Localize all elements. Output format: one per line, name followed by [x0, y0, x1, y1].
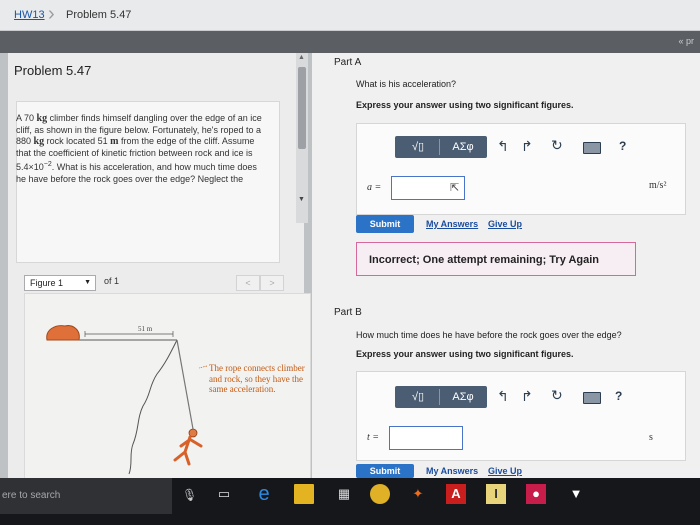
part-a-variable: a = — [367, 182, 382, 193]
chrome-icon[interactable] — [370, 484, 390, 504]
microphone-icon[interactable]: 🎙 — [182, 488, 197, 502]
problem-statement: A 70 kg climber finds himself dangling o… — [16, 113, 262, 184]
part-a-answer-area: √▯ ΑΣφ ↰ ↱ ↻ ? a = ⇱ m/s² — [356, 123, 686, 215]
task-view-icon[interactable]: ▭ — [214, 484, 234, 504]
problem-title: Problem 5.47 — [14, 63, 92, 78]
part-a-unit: m/s² — [649, 180, 667, 191]
answer-panel: Part A What is his acceleration? Express… — [312, 53, 700, 478]
cliff-face — [128, 339, 178, 475]
figure-navigation: Figure 1 ▼ of 1 < > — [24, 275, 309, 291]
part-b-math-toolbar: √▯ ΑΣφ — [395, 386, 487, 408]
previous-link[interactable]: « pr — [678, 36, 694, 46]
taskbar-search-box[interactable]: ere to search — [0, 478, 172, 514]
part-a-answer-input[interactable]: ⇱ — [391, 176, 465, 200]
rock-shape — [46, 325, 80, 341]
figure-image: 51 m The rope connects climber and rock,… — [24, 293, 311, 480]
undo-icon[interactable]: ↰ — [497, 138, 509, 155]
keyboard-icon[interactable] — [583, 142, 601, 154]
help-icon[interactable]: ? — [615, 389, 622, 403]
part-a-math-toolbar: √▯ ΑΣφ — [395, 136, 487, 158]
edge-icon[interactable]: e — [254, 484, 274, 504]
store-icon[interactable]: ▦ — [334, 484, 354, 504]
part-b-instruction: Express your answer using two significan… — [356, 349, 574, 359]
part-b-answer-area: √▯ ΑΣφ ↰ ↱ ↻ ? t = s — [356, 371, 686, 461]
climber-shape — [173, 428, 203, 466]
breadcrumb-problem: Problem 5.47 — [66, 9, 132, 21]
part-b-my-answers-link[interactable]: My Answers — [426, 466, 478, 476]
part-b-greek-button[interactable]: ΑΣφ — [441, 386, 485, 408]
part-b-sqrt-button[interactable]: √▯ — [399, 386, 437, 408]
distance-label: 51 m — [138, 325, 153, 333]
part-b-give-up-link[interactable]: Give Up — [488, 466, 522, 476]
part-a-label: Part A — [334, 57, 362, 68]
app-v-icon[interactable]: ▼ — [566, 484, 586, 504]
part-a-question: What is his acceleration? — [356, 79, 457, 89]
part-a-greek-button[interactable]: ΑΣφ — [441, 136, 485, 158]
breadcrumb-chevron-icon: › — [48, 3, 55, 25]
app-circle-icon[interactable]: ● — [526, 484, 546, 504]
undo-icon[interactable]: ↰ — [497, 388, 509, 405]
figure-prev-button[interactable]: < — [236, 275, 260, 291]
part-a-submit-button[interactable]: Submit — [356, 215, 414, 233]
rope-vertical — [176, 339, 194, 430]
header-strip: « pr — [0, 31, 700, 53]
problem-scrollbar[interactable]: ▲ ▼ — [296, 53, 308, 223]
problem-panel: Problem 5.47 A 70 kg climber finds himse… — [8, 53, 311, 480]
app-letter-icon[interactable]: I — [486, 484, 506, 504]
part-a-instruction: Express your answer using two significan… — [356, 100, 574, 110]
part-b-label: Part B — [334, 307, 362, 318]
reset-icon[interactable]: ↻ — [551, 387, 563, 404]
os-taskbar: ere to search 🎙 ▭ e ▦ ✦ A I ● ▼ — [0, 478, 700, 525]
scroll-down-icon[interactable]: ▼ — [298, 196, 305, 203]
scroll-thumb[interactable] — [298, 67, 306, 149]
breadcrumb-hw-link[interactable]: HW13 — [14, 9, 45, 21]
reset-icon[interactable]: ↻ — [551, 137, 563, 154]
part-b-question: How much time does he have before the ro… — [356, 330, 622, 340]
part-b-answer-input[interactable] — [389, 426, 463, 450]
taskbar-search-placeholder: ere to search — [2, 490, 61, 501]
part-b-submit-button[interactable]: Submit — [356, 464, 414, 478]
app-icon[interactable]: ✦ — [408, 484, 428, 504]
part-b-unit: s — [649, 432, 653, 443]
part-a-give-up-link[interactable]: Give Up — [488, 219, 522, 229]
part-a-sqrt-button[interactable]: √▯ — [399, 136, 437, 158]
dropdown-arrow-icon: ▼ — [84, 279, 91, 286]
cursor-icon: ⇱ — [450, 182, 460, 194]
part-b-variable: t = — [367, 432, 380, 443]
file-explorer-icon[interactable] — [294, 484, 314, 504]
figure-caption: The rope connects climber and rock, so t… — [209, 363, 305, 394]
help-icon[interactable]: ? — [619, 139, 626, 153]
part-a-my-answers-link[interactable]: My Answers — [426, 219, 478, 229]
scroll-up-icon[interactable]: ▲ — [298, 54, 305, 61]
redo-icon[interactable]: ↱ — [521, 388, 533, 405]
acrobat-icon[interactable]: A — [446, 484, 466, 504]
keyboard-icon[interactable] — [583, 392, 601, 404]
figure-select[interactable]: Figure 1 ▼ — [24, 275, 96, 291]
figure-next-button[interactable]: > — [260, 275, 284, 291]
figure-count: of 1 — [104, 276, 120, 286]
redo-icon[interactable]: ↱ — [521, 138, 533, 155]
breadcrumb: HW13 › Problem 5.47 — [0, 0, 700, 31]
part-a-feedback: Incorrect; One attempt remaining; Try Ag… — [356, 242, 636, 276]
